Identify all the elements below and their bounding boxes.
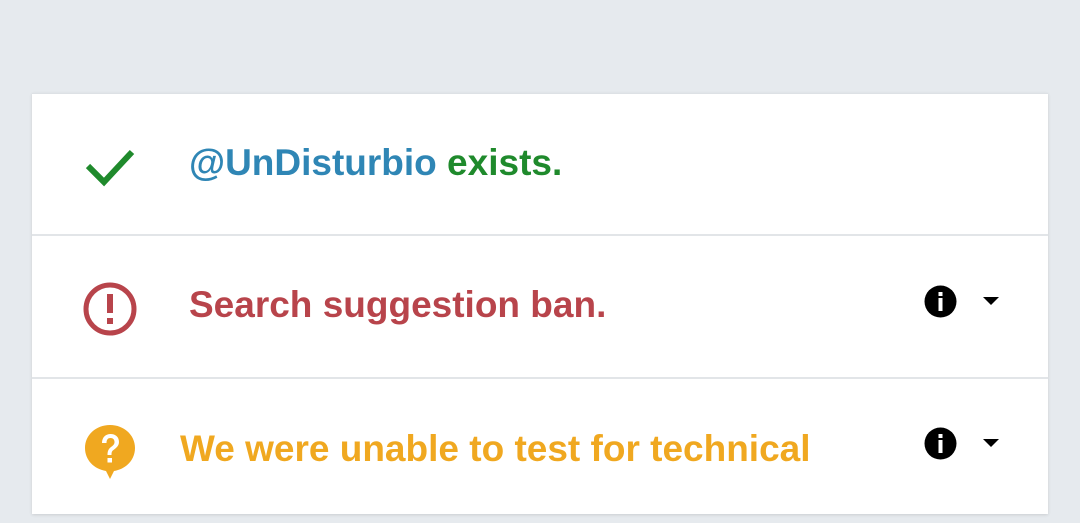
check-icon: [85, 149, 135, 187]
result-row-search-suggestion-ban[interactable]: Search suggestion ban.: [32, 237, 1048, 379]
result-row-technical[interactable]: We were unable to test for technical: [32, 381, 1048, 523]
result-row-exists: @UnDisturbio exists.: [32, 94, 1048, 236]
question-bubble-icon: [85, 425, 135, 479]
result-text: @UnDisturbio exists.: [189, 142, 562, 184]
result-message: We were unable to test for technical: [180, 428, 811, 469]
results-card: @UnDisturbio exists. Search suggestion b…: [32, 93, 1048, 514]
info-icon[interactable]: [924, 427, 957, 460]
info-icon[interactable]: [924, 285, 957, 318]
alert-circle-icon: [83, 282, 137, 336]
caret-down-icon[interactable]: [982, 295, 1000, 307]
result-message: Search suggestion ban.: [189, 284, 607, 325]
caret-down-icon[interactable]: [982, 437, 1000, 449]
username-handle: @UnDisturbio: [189, 142, 437, 183]
result-message: exists.: [436, 142, 563, 183]
